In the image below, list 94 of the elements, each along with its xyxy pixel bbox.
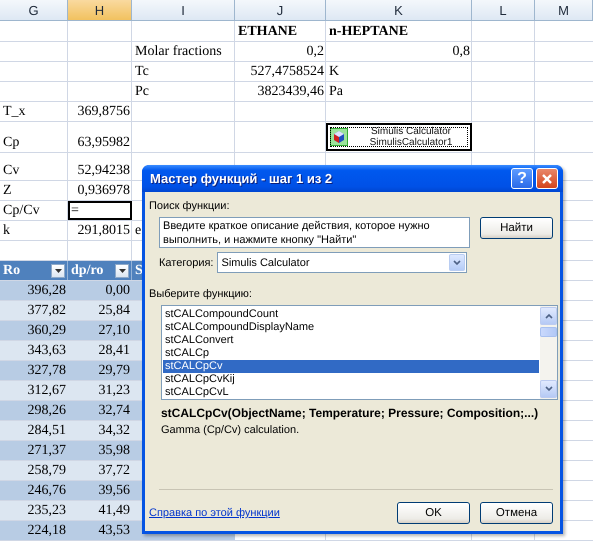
- table-cell-text: n-HEPTANE: [328, 23, 410, 41]
- find-button[interactable]: Найти: [480, 217, 553, 239]
- table-cell-text: 235,23: [26, 502, 67, 520]
- table-cell-text: 298,26: [26, 402, 67, 420]
- scrollbar[interactable]: [540, 306, 557, 399]
- table-cell-text: 246,76: [26, 482, 67, 500]
- table-cell-text: 63,95982: [76, 134, 131, 152]
- table-cell-text: k: [2, 222, 11, 240]
- column-header[interactable]: J: [235, 0, 326, 21]
- chevron-down-icon: [453, 260, 462, 266]
- table-cell-text: 343,63: [26, 342, 67, 360]
- column-header[interactable]: I: [132, 0, 235, 21]
- table-cell-text: 291,8015: [76, 222, 131, 240]
- function-item[interactable]: stCALCompoundCount: [163, 308, 539, 321]
- table-cell-text: 312,67: [26, 382, 67, 400]
- triangle-down-icon: [118, 268, 126, 272]
- table-cell-text: 377,82: [26, 302, 67, 320]
- column-header[interactable]: G: [0, 0, 68, 21]
- dialog-button[interactable]: OK: [397, 502, 470, 524]
- table-cell-text: 0,00: [104, 282, 131, 300]
- table-cell-text: 3823439,46: [256, 83, 325, 101]
- column-header[interactable]: H: [68, 0, 132, 21]
- table-cell-text: 527,4758524: [250, 63, 325, 81]
- column-header[interactable]: M: [535, 0, 593, 21]
- table-cell-text: 31,23: [98, 382, 131, 400]
- scroll-up-button[interactable]: [540, 307, 557, 325]
- list-label: Выберите функцию:: [149, 288, 252, 300]
- close-icon: [541, 172, 553, 184]
- table-cell-text: 37,72: [98, 462, 131, 480]
- function-item[interactable]: stCALCpCvL: [163, 386, 539, 399]
- table-cell-text: ETHANE: [237, 23, 298, 41]
- table-cell-text: Molar fractions: [134, 43, 223, 61]
- table-cell-text: 369,8756: [76, 103, 131, 121]
- function-item[interactable]: stCALCpCv: [163, 360, 539, 373]
- table-cell-text: 327,78: [26, 362, 67, 380]
- table-cell-text: Pc: [134, 83, 150, 101]
- selected-cell[interactable]: =: [68, 201, 132, 220]
- category-dropdown[interactable]: Simulis Calculator: [217, 252, 468, 273]
- table-cell-text: 0,8: [452, 43, 471, 61]
- function-signature: stCALCpCv(ObjectName; Temperature; Pressure; Composition;...): [161, 406, 538, 420]
- dialog-button[interactable]: Отмена: [480, 502, 553, 524]
- table-cell-text: 0,936978: [76, 182, 131, 200]
- table-cell-text: 25,84: [98, 302, 131, 320]
- object-button[interactable]: Simulis Calculator SimulisCalculator1: [326, 123, 472, 151]
- table-cell-text: 32,74: [98, 402, 131, 420]
- column-title: S: [135, 262, 143, 278]
- table-cell-text: 39,56: [98, 482, 131, 500]
- table-cell-text: 284,51: [26, 422, 67, 440]
- table-cell-text: 52,94238: [76, 162, 131, 180]
- table-cell-text: Tc: [134, 63, 150, 81]
- table-cell-text: Pa: [328, 83, 344, 101]
- table-cell-text: 34,32: [98, 422, 131, 440]
- chevron-up-icon: [544, 313, 552, 319]
- column-title: Ro: [3, 262, 20, 278]
- cube-icon: [330, 128, 348, 146]
- chevron-down-icon: [544, 386, 552, 392]
- table-cell-text: T_x: [2, 103, 27, 121]
- table-cell-text: e: [134, 222, 142, 240]
- table-cell-text: K: [328, 63, 340, 81]
- table-cell-text: 43,53: [98, 522, 131, 540]
- function-item[interactable]: stCALCpCvKij: [163, 373, 539, 386]
- function-description: Gamma (Cp/Cv) calculation.: [161, 424, 300, 436]
- table-cell-text: 224,18: [26, 522, 67, 540]
- table-cell-text: 27,10: [98, 322, 131, 340]
- table-cell-text: 360,29: [26, 322, 67, 340]
- table-cell-text: 0,2: [306, 43, 325, 61]
- filter-button[interactable]: [51, 264, 65, 278]
- function-item[interactable]: stCALCp: [163, 347, 539, 360]
- help-link[interactable]: Справка по этой функции: [149, 507, 387, 519]
- search-field[interactable]: Введите краткое описание действия, которое нужно выполнить, и нажмите кнопку "Найти": [159, 217, 470, 248]
- dialog-title: Мастер функций - шаг 1 из 2: [150, 171, 334, 186]
- table-cell-text: 35,98: [98, 442, 131, 460]
- table-cell-text: 271,37: [26, 442, 67, 460]
- column-title: dp/ro: [71, 262, 104, 278]
- column-header[interactable]: L: [472, 0, 535, 21]
- table-cell-text: 396,28: [26, 282, 67, 300]
- column-header[interactable]: K: [326, 0, 472, 21]
- scrollbar-thumb[interactable]: [540, 327, 557, 337]
- table-cell-text: 41,49: [98, 502, 131, 520]
- table-cell-text: Z: [2, 182, 13, 200]
- table-cell-text: Cp/Cv: [2, 202, 41, 220]
- table-cell-text: 258,79: [26, 462, 67, 480]
- table-cell-text: 28,41: [98, 342, 131, 360]
- table-cell-text: Cp: [2, 134, 20, 152]
- category-label: Категория:: [159, 256, 214, 268]
- scroll-down-button[interactable]: [540, 380, 557, 398]
- function-item[interactable]: stCALCompoundDisplayName: [163, 321, 539, 334]
- close-button[interactable]: [536, 168, 558, 189]
- triangle-down-icon: [54, 268, 62, 272]
- search-label: Поиск функции:: [149, 200, 230, 212]
- filter-button[interactable]: [115, 264, 129, 278]
- table-cell-text: Cv: [2, 162, 20, 180]
- table-cell-text: 29,79: [98, 362, 131, 380]
- function-item[interactable]: stCALConvert: [163, 334, 539, 347]
